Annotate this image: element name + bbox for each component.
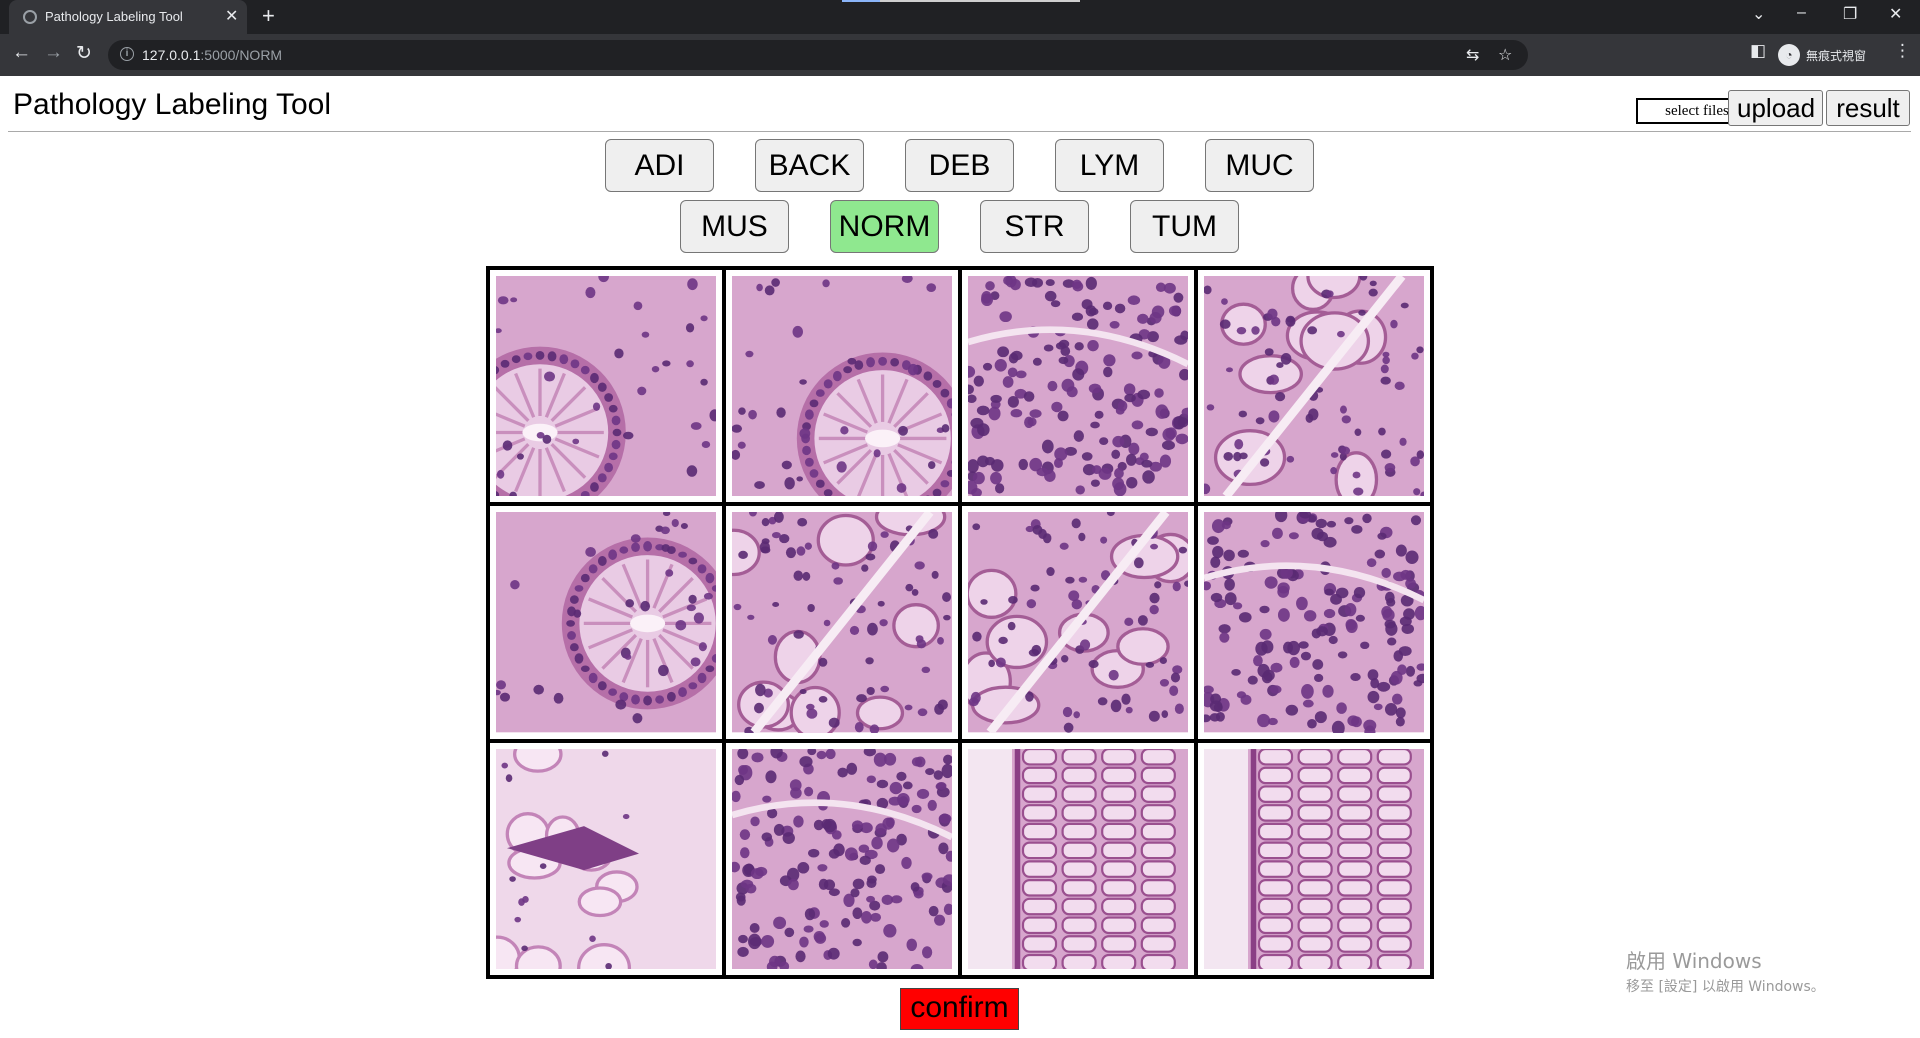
category-button-mus[interactable]: MUS: [680, 200, 789, 253]
tissue-crypt: [732, 276, 952, 497]
watermark-line-2: 移至 [設定] 以啟用 Windows。: [1626, 979, 1825, 995]
histology-patch: [732, 276, 952, 497]
header-divider: [8, 131, 1911, 132]
histology-patch: [496, 276, 716, 497]
back-icon[interactable]: ←: [12, 42, 31, 64]
watermark-line-1: 啟用 Windows: [1626, 949, 1762, 973]
site-info-icon[interactable]: i: [120, 47, 134, 61]
image-tile[interactable]: [962, 270, 1194, 503]
tab-strip-indicator-2: [880, 0, 1080, 2]
image-tile[interactable]: [1198, 506, 1430, 739]
tissue-glandular: [968, 512, 1188, 733]
histology-patch: [1204, 512, 1424, 733]
tissue-lymph: [732, 748, 952, 969]
image-tile[interactable]: [726, 506, 958, 739]
histology-patch: [968, 748, 1188, 969]
side-panel-icon[interactable]: ◧: [1750, 41, 1766, 61]
tissue-lymph: [968, 276, 1188, 497]
incognito-icon: ◔: [1778, 44, 1800, 66]
image-tile[interactable]: [726, 270, 958, 503]
histology-patch: [968, 276, 1188, 497]
tissue-crypt: [496, 512, 716, 733]
close-window-icon[interactable]: ✕: [1889, 4, 1902, 24]
image-tile[interactable]: [490, 270, 722, 503]
tissue-mucus: [496, 748, 716, 969]
translate-icon[interactable]: ⇆: [1466, 45, 1479, 65]
histology-patch: [1204, 276, 1424, 497]
tab-search-icon[interactable]: ⌄: [1752, 4, 1765, 24]
category-button-muc[interactable]: MUC: [1205, 139, 1314, 192]
tissue-glandular: [1204, 276, 1424, 497]
windows-activation-watermark: 啟用 Windows 移至 [設定] 以啟用 Windows。: [1626, 945, 1825, 996]
restore-icon[interactable]: ❐: [1843, 4, 1857, 24]
image-tile[interactable]: [1198, 270, 1430, 503]
page-title: Pathology Labeling Tool: [13, 88, 332, 121]
upload-button[interactable]: upload: [1728, 90, 1823, 126]
tab-strip-indicator: [842, 0, 880, 2]
bookmark-star-icon[interactable]: ☆: [1498, 45, 1512, 65]
image-tile[interactable]: [1198, 742, 1430, 975]
tissue-columnar: [1204, 748, 1424, 969]
new-tab-icon[interactable]: +: [262, 3, 275, 29]
category-button-adi[interactable]: ADI: [605, 139, 714, 192]
category-button-norm[interactable]: NORM: [830, 200, 939, 253]
url-path: :5000/NORM: [200, 47, 283, 63]
address-bar[interactable]: i 127.0.0.1:5000/NORM ⇆ ☆: [108, 40, 1528, 70]
image-tile[interactable]: [726, 742, 958, 975]
browser-menu-icon[interactable]: ⋮: [1894, 41, 1911, 61]
tab-title: Pathology Labeling Tool: [45, 9, 183, 24]
histology-patch: [496, 748, 716, 969]
category-button-tum[interactable]: TUM: [1130, 200, 1239, 253]
forward-icon[interactable]: →: [44, 42, 63, 64]
tissue-lymph: [1204, 512, 1424, 733]
tissue-glandular: [732, 512, 952, 733]
image-tile[interactable]: [490, 742, 722, 975]
reload-icon[interactable]: ↻: [76, 42, 92, 65]
browser-tab[interactable]: Pathology Labeling Tool ✕: [9, 0, 247, 34]
url-text[interactable]: 127.0.0.1:5000/NORM: [142, 47, 282, 63]
image-grid: [486, 266, 1434, 979]
browser-tab-bar: Pathology Labeling Tool ✕ + ⌄ – ❐ ✕: [0, 0, 1920, 34]
image-tile[interactable]: [490, 506, 722, 739]
category-button-lym[interactable]: LYM: [1055, 139, 1164, 192]
tissue-crypt: [496, 276, 716, 497]
minimize-icon[interactable]: –: [1797, 4, 1806, 22]
tissue-columnar: [968, 748, 1188, 969]
category-button-deb[interactable]: DEB: [905, 139, 1014, 192]
globe-icon: [23, 10, 37, 24]
histology-patch: [732, 748, 952, 969]
histology-patch: [968, 512, 1188, 733]
histology-patch: [1204, 748, 1424, 969]
url-host: 127.0.0.1: [142, 47, 201, 63]
histology-patch: [732, 512, 952, 733]
image-tile[interactable]: [962, 506, 1194, 739]
confirm-button[interactable]: confirm: [900, 988, 1019, 1030]
incognito-profile[interactable]: ◔ 無痕式視窗: [1778, 43, 1866, 67]
category-button-back[interactable]: BACK: [755, 139, 864, 192]
histology-patch: [496, 512, 716, 733]
close-tab-icon[interactable]: ✕: [225, 6, 238, 26]
result-button[interactable]: result: [1826, 90, 1910, 126]
image-tile[interactable]: [962, 742, 1194, 975]
category-button-str[interactable]: STR: [980, 200, 1089, 253]
profile-label: 無痕式視窗: [1806, 48, 1867, 63]
